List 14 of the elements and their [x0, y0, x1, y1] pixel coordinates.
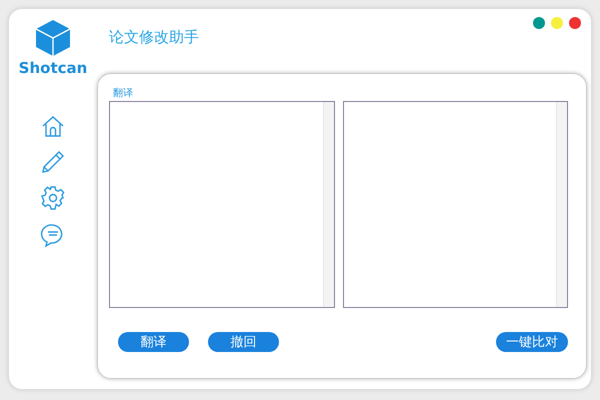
pencil-icon[interactable] [40, 149, 66, 175]
window-control-button[interactable] [569, 17, 581, 29]
app-logo-text: Shotcan [18, 59, 88, 77]
window-control-button[interactable] [533, 17, 545, 29]
scrollbar[interactable] [323, 102, 334, 307]
gear-icon[interactable] [40, 185, 66, 211]
scrollbar[interactable] [556, 102, 567, 307]
cube-logo-icon [35, 19, 71, 57]
action-button[interactable]: 一键比对 [496, 332, 568, 352]
window-title: 论文修改助手 [109, 28, 200, 47]
action-button[interactable]: 翻译 [118, 332, 189, 352]
action-button[interactable]: 撤回 [208, 332, 279, 352]
home-icon[interactable] [41, 115, 65, 139]
section-label: 翻译 [113, 86, 134, 100]
